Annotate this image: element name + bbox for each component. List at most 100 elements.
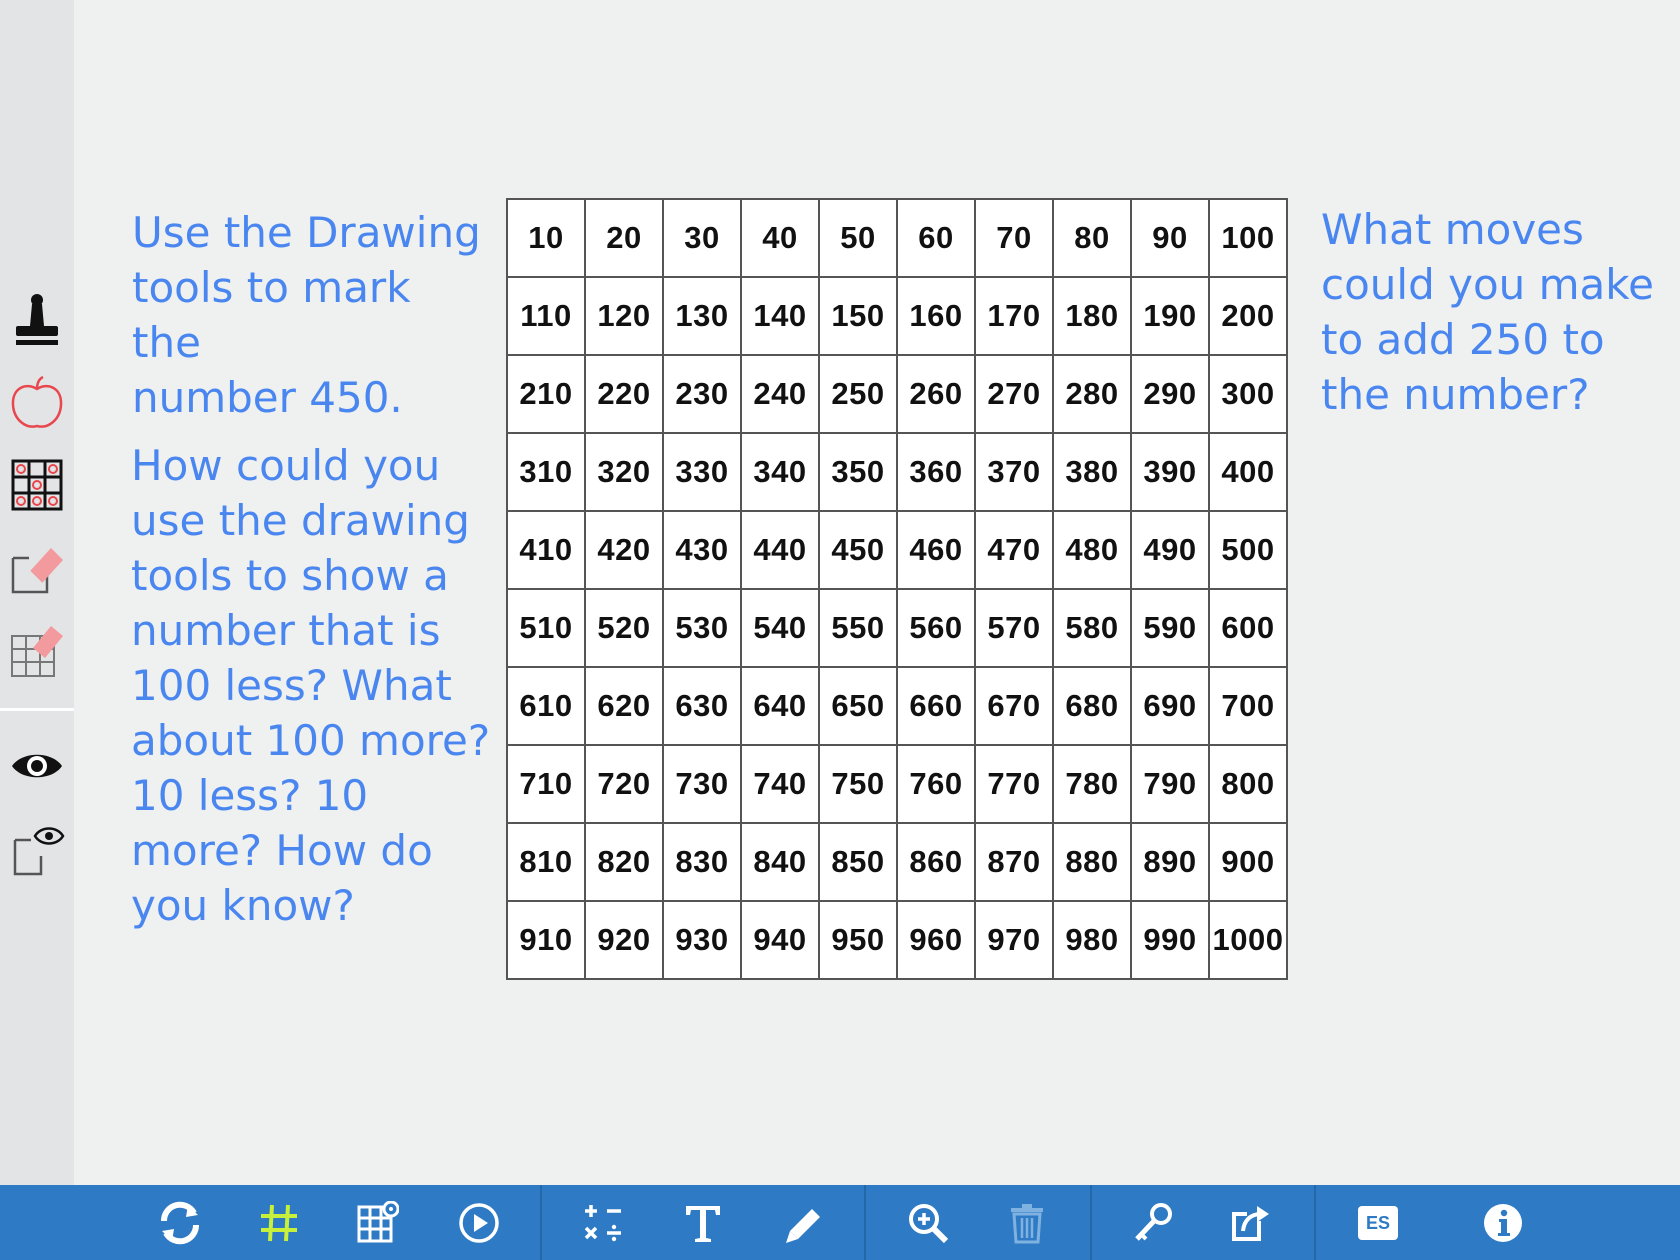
math-operations-icon[interactable] bbox=[575, 1195, 631, 1251]
grid-cell[interactable]: 540 bbox=[740, 588, 820, 668]
grid-cell[interactable]: 20 bbox=[584, 198, 664, 278]
apple-outline-icon[interactable] bbox=[7, 373, 67, 433]
grid-cell[interactable]: 520 bbox=[584, 588, 664, 668]
grid-cell[interactable]: 200 bbox=[1208, 276, 1288, 356]
grid-cell[interactable]: 150 bbox=[818, 276, 898, 356]
grid-cell[interactable]: 870 bbox=[974, 822, 1054, 902]
grid-cell[interactable]: 380 bbox=[1052, 432, 1132, 512]
grid-cell[interactable]: 130 bbox=[662, 276, 742, 356]
grid-cell[interactable]: 470 bbox=[974, 510, 1054, 590]
grid-cell[interactable]: 700 bbox=[1208, 666, 1288, 746]
grid-cell[interactable]: 530 bbox=[662, 588, 742, 668]
grid-cell[interactable]: 70 bbox=[974, 198, 1054, 278]
grid-cell[interactable]: 350 bbox=[818, 432, 898, 512]
grid-cell[interactable]: 730 bbox=[662, 744, 742, 824]
grid-cell[interactable]: 270 bbox=[974, 354, 1054, 434]
grid-cell[interactable]: 930 bbox=[662, 900, 742, 980]
text-tool-icon[interactable] bbox=[675, 1195, 731, 1251]
hash-grid-icon[interactable] bbox=[251, 1195, 307, 1251]
grid-cell[interactable]: 180 bbox=[1052, 276, 1132, 356]
grid-cell[interactable]: 910 bbox=[506, 900, 586, 980]
grid-cell[interactable]: 850 bbox=[818, 822, 898, 902]
grid-cell[interactable]: 560 bbox=[896, 588, 976, 668]
pencil-icon[interactable] bbox=[776, 1195, 832, 1251]
grid-cell[interactable]: 690 bbox=[1130, 666, 1210, 746]
erase-page-icon[interactable] bbox=[7, 538, 67, 598]
grid-cell[interactable]: 230 bbox=[662, 354, 742, 434]
grid-cell[interactable]: 300 bbox=[1208, 354, 1288, 434]
grid-cell[interactable]: 660 bbox=[896, 666, 976, 746]
info-icon[interactable] bbox=[1475, 1195, 1531, 1251]
grid-cell[interactable]: 860 bbox=[896, 822, 976, 902]
grid-cell[interactable]: 580 bbox=[1052, 588, 1132, 668]
play-icon[interactable] bbox=[451, 1195, 507, 1251]
grid-cell[interactable]: 450 bbox=[818, 510, 898, 590]
grid-cell[interactable]: 440 bbox=[740, 510, 820, 590]
grid-cell[interactable]: 820 bbox=[584, 822, 664, 902]
grid-cell[interactable]: 1000 bbox=[1208, 900, 1288, 980]
grid-cell[interactable]: 760 bbox=[896, 744, 976, 824]
grid-cell[interactable]: 920 bbox=[584, 900, 664, 980]
grid-cell[interactable]: 590 bbox=[1130, 588, 1210, 668]
grid-cell[interactable]: 510 bbox=[506, 588, 586, 668]
grid-cell[interactable]: 50 bbox=[818, 198, 898, 278]
grid-cell[interactable]: 400 bbox=[1208, 432, 1288, 512]
language-button[interactable]: ES bbox=[1350, 1195, 1406, 1251]
grid-cell[interactable]: 140 bbox=[740, 276, 820, 356]
show-eye-icon[interactable] bbox=[7, 736, 67, 796]
grid-settings-icon[interactable] bbox=[349, 1195, 405, 1251]
grid-cell[interactable]: 40 bbox=[740, 198, 820, 278]
grid-cell[interactable]: 630 bbox=[662, 666, 742, 746]
grid-cell[interactable]: 900 bbox=[1208, 822, 1288, 902]
grid-cell[interactable]: 670 bbox=[974, 666, 1054, 746]
grid-cell[interactable]: 620 bbox=[584, 666, 664, 746]
grid-cell[interactable]: 240 bbox=[740, 354, 820, 434]
grid-cell[interactable]: 680 bbox=[1052, 666, 1132, 746]
grid-cell[interactable]: 720 bbox=[584, 744, 664, 824]
trash-icon[interactable] bbox=[999, 1195, 1055, 1251]
grid-cell[interactable]: 220 bbox=[584, 354, 664, 434]
grid-cell[interactable]: 360 bbox=[896, 432, 976, 512]
grid-cell[interactable]: 170 bbox=[974, 276, 1054, 356]
grid-cell[interactable]: 840 bbox=[740, 822, 820, 902]
key-icon[interactable] bbox=[1125, 1195, 1181, 1251]
grid-cell[interactable]: 330 bbox=[662, 432, 742, 512]
grid-cell[interactable]: 640 bbox=[740, 666, 820, 746]
grid-cell[interactable]: 410 bbox=[506, 510, 586, 590]
grid-cell[interactable]: 120 bbox=[584, 276, 664, 356]
grid-cell[interactable]: 290 bbox=[1130, 354, 1210, 434]
grid-cell[interactable]: 480 bbox=[1052, 510, 1132, 590]
grid-cell[interactable]: 160 bbox=[896, 276, 976, 356]
grid-cell[interactable]: 800 bbox=[1208, 744, 1288, 824]
erase-grid-icon[interactable] bbox=[7, 620, 67, 680]
grid-cell[interactable]: 710 bbox=[506, 744, 586, 824]
grid-cell[interactable]: 790 bbox=[1130, 744, 1210, 824]
grid-cell[interactable]: 310 bbox=[506, 432, 586, 512]
refresh-icon[interactable] bbox=[152, 1195, 208, 1251]
grid-cell[interactable]: 190 bbox=[1130, 276, 1210, 356]
grid-cell[interactable]: 830 bbox=[662, 822, 742, 902]
grid-cell[interactable]: 940 bbox=[740, 900, 820, 980]
zoom-in-icon[interactable] bbox=[900, 1195, 956, 1251]
grid-cell[interactable]: 740 bbox=[740, 744, 820, 824]
stamp-icon[interactable] bbox=[7, 290, 67, 350]
grid-cell[interactable]: 990 bbox=[1130, 900, 1210, 980]
grid-cell[interactable]: 750 bbox=[818, 744, 898, 824]
grid-cell[interactable]: 420 bbox=[584, 510, 664, 590]
grid-cell[interactable]: 600 bbox=[1208, 588, 1288, 668]
grid-cell[interactable]: 960 bbox=[896, 900, 976, 980]
grid-cell[interactable]: 490 bbox=[1130, 510, 1210, 590]
grid-cell[interactable]: 980 bbox=[1052, 900, 1132, 980]
grid-cell[interactable]: 500 bbox=[1208, 510, 1288, 590]
reveal-page-icon[interactable] bbox=[7, 820, 67, 880]
grid-cell[interactable]: 430 bbox=[662, 510, 742, 590]
share-icon[interactable] bbox=[1223, 1195, 1279, 1251]
grid-cell[interactable]: 320 bbox=[584, 432, 664, 512]
grid-cell[interactable]: 890 bbox=[1130, 822, 1210, 902]
grid-cell[interactable]: 570 bbox=[974, 588, 1054, 668]
grid-cell[interactable]: 210 bbox=[506, 354, 586, 434]
grid-cell[interactable]: 90 bbox=[1130, 198, 1210, 278]
grid-cell[interactable]: 260 bbox=[896, 354, 976, 434]
grid-cell[interactable]: 100 bbox=[1208, 198, 1288, 278]
grid-cell[interactable]: 460 bbox=[896, 510, 976, 590]
